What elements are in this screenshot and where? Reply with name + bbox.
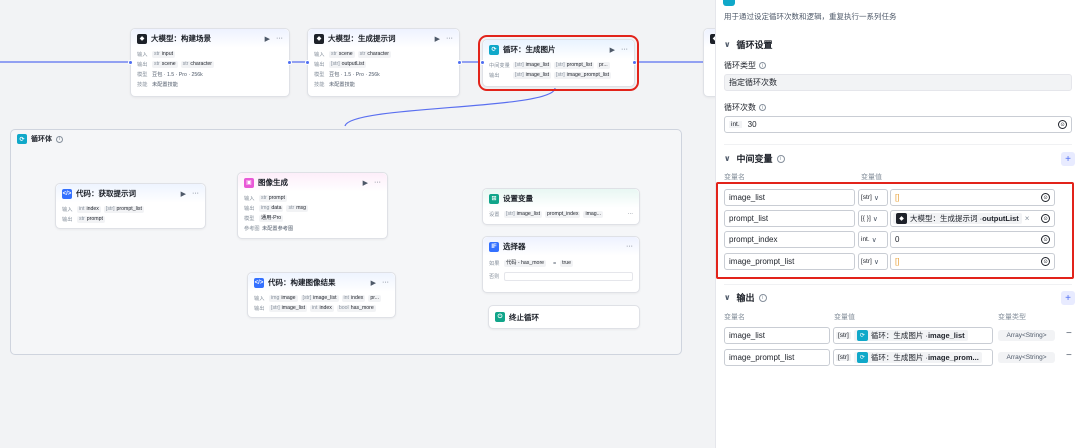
- output-port[interactable]: [287, 60, 292, 65]
- output-value-ref[interactable]: [str] ⟳ 循环：生成图片 · image_prom...: [833, 349, 993, 366]
- run-icon[interactable]: ▶: [371, 279, 376, 287]
- stop-icon: ⏻: [495, 312, 505, 322]
- node-partial-next[interactable]: ◆: [703, 28, 715, 97]
- output-name-input[interactable]: image_list: [724, 327, 830, 344]
- node-title: 终止循环: [509, 312, 539, 322]
- loop-body-title: 循环体: [31, 136, 52, 143]
- output-type-tag: Array<String>: [998, 352, 1055, 363]
- node-selector[interactable]: IF 选择器 ··· 如果 代码 - has_more = true 否则: [482, 236, 640, 293]
- more-icon[interactable]: ···: [382, 279, 389, 286]
- loop-config-panel: 用于通过设定循环次数和逻辑，重复执行一系列任务 ∨ 循环设置 循环类型 i 指定…: [715, 0, 1080, 448]
- info-icon[interactable]: i: [56, 135, 63, 143]
- code-icon: </>: [254, 277, 264, 288]
- loop-icon: ⟳: [489, 44, 499, 55]
- node-image-gen[interactable]: ▣ 图像生成 ▶ ··· 输入 str prompt 输出 img data str…: [237, 172, 388, 239]
- info-icon[interactable]: i: [759, 104, 766, 111]
- node-title: 图像生成: [258, 178, 288, 187]
- node-title: 选择器: [503, 242, 526, 251]
- info-icon[interactable]: i: [776, 154, 785, 163]
- llm-icon: ◆: [137, 33, 147, 44]
- model-name: 豆包 · 1.5 · Pro · 256k: [152, 71, 203, 78]
- chevron-down-icon[interactable]: ∨: [724, 154, 731, 163]
- chevron-down-icon[interactable]: ∨: [724, 293, 731, 302]
- input-port[interactable]: [305, 60, 310, 65]
- node-loop-gen-image[interactable]: ⟳ 循环：生成图片 ▶ ··· 中间变量 [str] image_list [st…: [478, 35, 639, 91]
- ref-variable-icon[interactable]: ⊙: [1058, 120, 1067, 129]
- variable-icon: ⊞: [489, 193, 499, 204]
- run-icon[interactable]: ▶: [363, 179, 368, 187]
- node-code-get-prompt[interactable]: </> 代码：获取提示词 ▶ ··· 输入 int index [str] prom…: [55, 183, 206, 229]
- chevron-down-icon[interactable]: ∨: [724, 40, 731, 49]
- loop-icon: ⟳: [17, 134, 27, 144]
- loop-icon: ⟳: [856, 330, 868, 341]
- run-icon[interactable]: ▶: [435, 35, 440, 43]
- add-output-button[interactable]: +: [1061, 291, 1075, 305]
- add-variable-button[interactable]: +: [1061, 152, 1075, 166]
- node-title: 代码：获取提示词: [76, 189, 136, 198]
- highlight-box: [716, 182, 1074, 279]
- more-icon[interactable]: ···: [446, 35, 453, 42]
- section-outputs[interactable]: ∨ 输出 i: [724, 291, 767, 304]
- output-port[interactable]: [632, 60, 637, 65]
- llm-icon: ◆: [314, 33, 324, 44]
- code-icon: </>: [62, 188, 72, 199]
- node-title: 大模型：构建场景: [151, 34, 211, 43]
- info-icon[interactable]: i: [759, 62, 766, 69]
- panel-description: 用于通过设定循环次数和逻辑，重复执行一系列任务: [724, 12, 897, 21]
- info-icon[interactable]: i: [758, 293, 767, 302]
- loop-icon: ⟳: [856, 352, 868, 363]
- image-icon: ▣: [244, 177, 254, 188]
- more-icon[interactable]: ···: [626, 243, 633, 250]
- remove-output-button[interactable]: −: [1066, 328, 1072, 339]
- output-type-tag: Array<String>: [998, 330, 1055, 341]
- output-value-ref[interactable]: [str] ⟳ 循环：生成图片 · image_list: [833, 327, 993, 344]
- node-llm-gen-prompt[interactable]: ◆ 大模型：生成提示词 ▶ ··· 输入 str scene str charact…: [305, 28, 462, 97]
- node-stop-loop[interactable]: ⏻ 终止循环: [488, 305, 640, 329]
- more-icon[interactable]: ···: [276, 35, 283, 42]
- workflow-canvas[interactable]: ◆ 大模型：构建场景 ▶ ··· 输入 str input 输出 str scene…: [0, 0, 715, 448]
- more-icon[interactable]: ···: [374, 179, 381, 186]
- more-icon[interactable]: ···: [628, 211, 633, 217]
- selector-icon: IF: [489, 241, 499, 252]
- output-port[interactable]: [457, 60, 462, 65]
- input-port[interactable]: [480, 60, 485, 65]
- remove-output-button[interactable]: −: [1066, 350, 1072, 361]
- node-title: 设置变量: [503, 194, 533, 203]
- node-title: 代码：构建图像结果: [268, 278, 336, 287]
- output-name-input[interactable]: image_prompt_list: [724, 349, 830, 366]
- node-title: 循环：生成图片: [503, 45, 556, 54]
- node-title: 大模型：生成提示词: [328, 34, 396, 43]
- input-port[interactable]: [128, 60, 133, 65]
- section-mid-variables[interactable]: ∨ 中间变量 i: [724, 152, 785, 165]
- run-icon[interactable]: ▶: [265, 35, 270, 43]
- more-icon[interactable]: ···: [192, 190, 199, 197]
- node-llm-build-scene[interactable]: ◆ 大模型：构建场景 ▶ ··· 输入 str input 输出 str scene…: [128, 28, 292, 97]
- node-code-build-result[interactable]: </> 代码：构建图像结果 ▶ ··· 输入 img image [str] ima…: [247, 272, 396, 318]
- section-loop-settings[interactable]: ∨ 循环设置: [724, 38, 773, 51]
- more-icon[interactable]: ···: [621, 46, 628, 53]
- loop-type-select[interactable]: 指定循环次数: [724, 74, 1072, 91]
- loop-count-input[interactable]: int. 30 ⊙: [724, 116, 1072, 133]
- loop-icon: [723, 0, 735, 6]
- node-set-variable[interactable]: ⊞ 设置变量 设置 [str] image_list prompt_index i…: [482, 188, 640, 225]
- run-icon[interactable]: ▶: [181, 190, 186, 198]
- run-icon[interactable]: ▶: [610, 46, 615, 54]
